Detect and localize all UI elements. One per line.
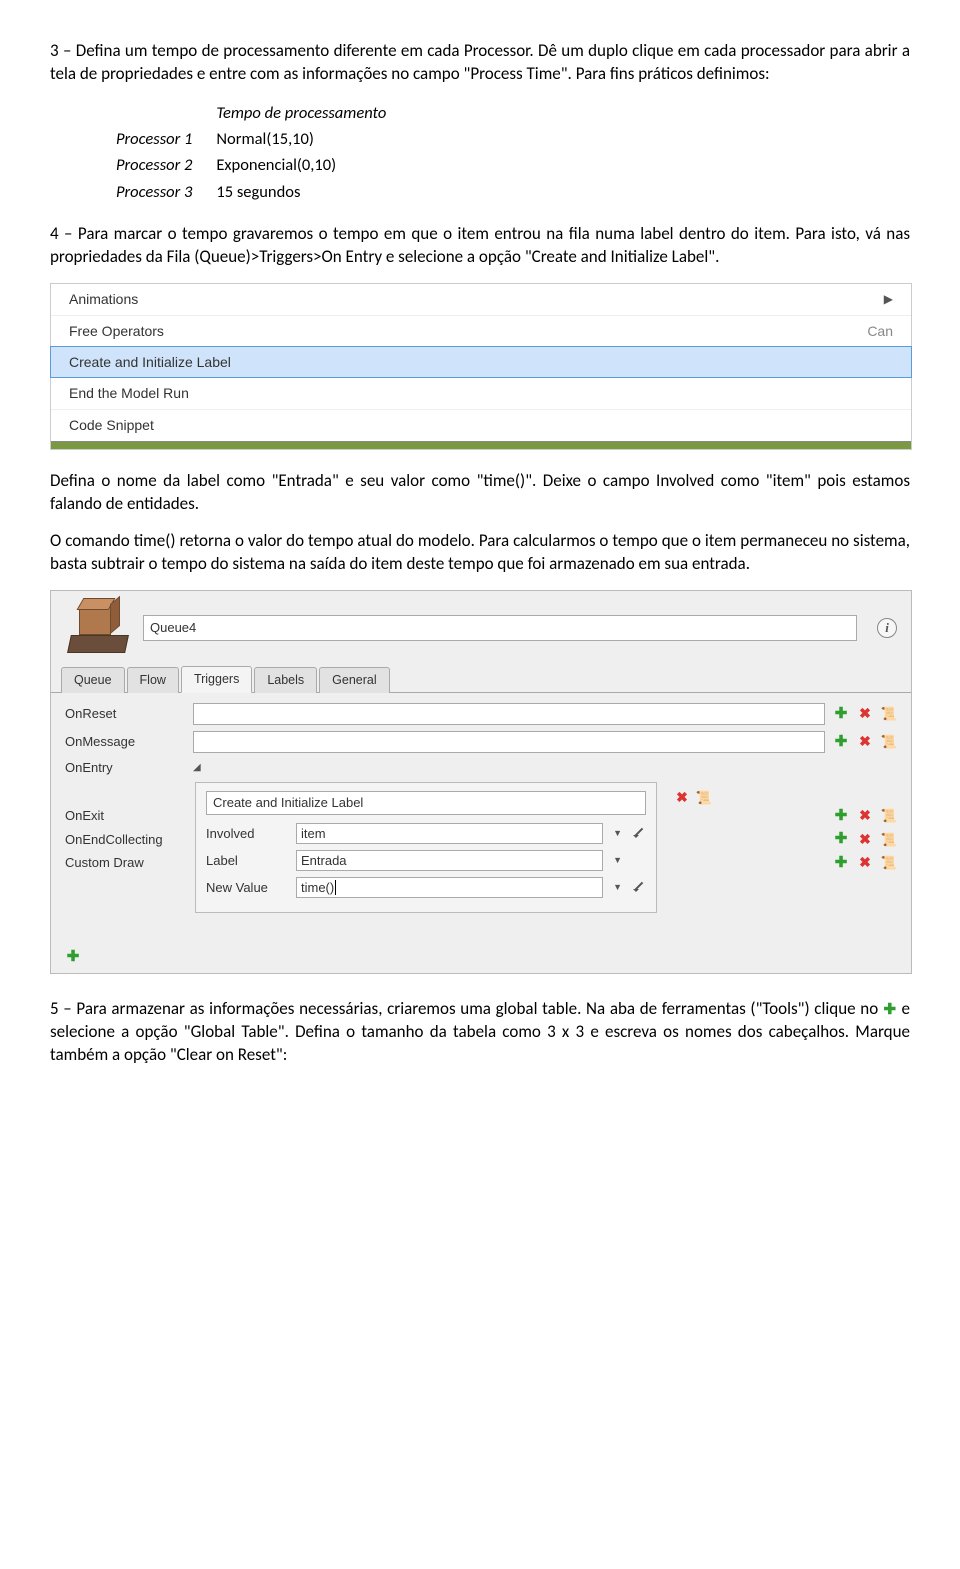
add-icon[interactable]: ✚ — [833, 808, 849, 824]
delete-icon[interactable]: ✖ — [674, 789, 690, 805]
tab-triggers[interactable]: Triggers — [181, 666, 252, 693]
add-icon[interactable]: ✚ — [833, 831, 849, 847]
option-code-snippet[interactable]: Code Snippet — [51, 409, 911, 441]
label-field[interactable]: Entrada — [296, 850, 603, 871]
tab-flow[interactable]: Flow — [127, 667, 179, 693]
footer-bar — [51, 441, 911, 449]
add-icon[interactable]: ✚ — [833, 855, 849, 871]
subpanel-title[interactable]: Create and Initialize Label — [206, 791, 646, 815]
table-row: Processor 1 Normal(15,10) — [110, 126, 404, 152]
tab-queue[interactable]: Queue — [61, 667, 125, 693]
add-trigger-icon[interactable]: ✚ — [65, 949, 81, 965]
option-end-model-run[interactable]: End the Model Run — [51, 377, 911, 409]
option-free-operators[interactable]: Free Operators Can — [51, 315, 911, 347]
table-header: Tempo de processamento — [210, 100, 404, 126]
add-icon[interactable]: ✚ — [833, 706, 849, 722]
submenu-arrow-icon: ▶ — [884, 291, 893, 307]
eyedropper-icon[interactable] — [632, 826, 646, 840]
onentry-subpanel: ✖ 📜 Create and Initialize Label Involved… — [195, 782, 657, 913]
trigger-onmessage-row: OnMessage ✚ ✖ 📜 — [65, 731, 897, 753]
processing-times-table: Tempo de processamento Processor 1 Norma… — [110, 100, 404, 205]
trigger-onreset-row: OnReset ✚ ✖ 📜 — [65, 703, 897, 725]
dropdown-icon[interactable]: ▼ — [613, 881, 622, 893]
table-row: Processor 2 Exponencial(0,10) — [110, 152, 404, 178]
table-row: Processor 3 15 segundos — [110, 179, 404, 205]
code-icon[interactable]: 📜 — [881, 706, 897, 722]
code-icon[interactable]: 📜 — [881, 831, 897, 847]
dropdown-icon[interactable]: ▼ — [613, 827, 622, 839]
plus-icon: ✚ — [883, 1003, 897, 1017]
onmessage-field[interactable] — [193, 731, 825, 753]
involved-label: Involved — [206, 825, 286, 843]
delete-icon[interactable]: ✖ — [857, 706, 873, 722]
option-create-initialize-label[interactable]: Create and Initialize Label — [50, 346, 912, 379]
tab-bar: Queue Flow Triggers Labels General — [51, 665, 911, 693]
tab-labels[interactable]: Labels — [254, 667, 317, 693]
paragraph-time-command: O comando time() retorna o valor do temp… — [50, 530, 910, 576]
code-icon[interactable]: 📜 — [881, 808, 897, 824]
right-cut-text: Can — [867, 322, 893, 341]
delete-icon[interactable]: ✖ — [857, 808, 873, 824]
paragraph-step3: 3 – Defina um tempo de processamento dif… — [50, 40, 910, 86]
expanded-icon[interactable]: ◢ — [193, 761, 201, 775]
onreset-field[interactable] — [193, 703, 825, 725]
code-icon[interactable]: 📜 — [881, 855, 897, 871]
label-label: Label — [206, 852, 286, 870]
trigger-onentry-row: OnEntry ◢ — [65, 759, 897, 777]
code-icon[interactable]: 📜 — [881, 734, 897, 750]
paragraph-step4: 4 – Para marcar o tempo gravaremos o tem… — [50, 223, 910, 269]
paragraph-step5: 5 – Para armazenar as informações necess… — [50, 998, 910, 1067]
dropdown-icon[interactable]: ▼ — [613, 854, 622, 866]
delete-icon[interactable]: ✖ — [857, 831, 873, 847]
option-animations[interactable]: Animations ▶ — [51, 284, 911, 315]
object-name-field[interactable]: Queue4 — [143, 615, 857, 641]
delete-icon[interactable]: ✖ — [857, 734, 873, 750]
paragraph-define-label: Defina o nome da label como "Entrada" e … — [50, 470, 910, 516]
newvalue-field[interactable]: time() — [296, 877, 603, 898]
delete-icon[interactable]: ✖ — [857, 855, 873, 871]
triggers-panel-screenshot: Queue4 i Queue Flow Triggers Labels Gene… — [50, 590, 912, 974]
tab-general[interactable]: General — [319, 667, 389, 693]
info-icon[interactable]: i — [877, 618, 897, 638]
involved-field[interactable]: item — [296, 823, 603, 844]
queue-object-icon — [65, 601, 129, 655]
code-icon[interactable]: 📜 — [696, 789, 712, 805]
eyedropper-icon[interactable] — [632, 880, 646, 894]
newvalue-label: New Value — [206, 879, 286, 897]
add-icon[interactable]: ✚ — [833, 734, 849, 750]
options-list-screenshot: Animations ▶ Free Operators Can Create a… — [50, 283, 912, 450]
